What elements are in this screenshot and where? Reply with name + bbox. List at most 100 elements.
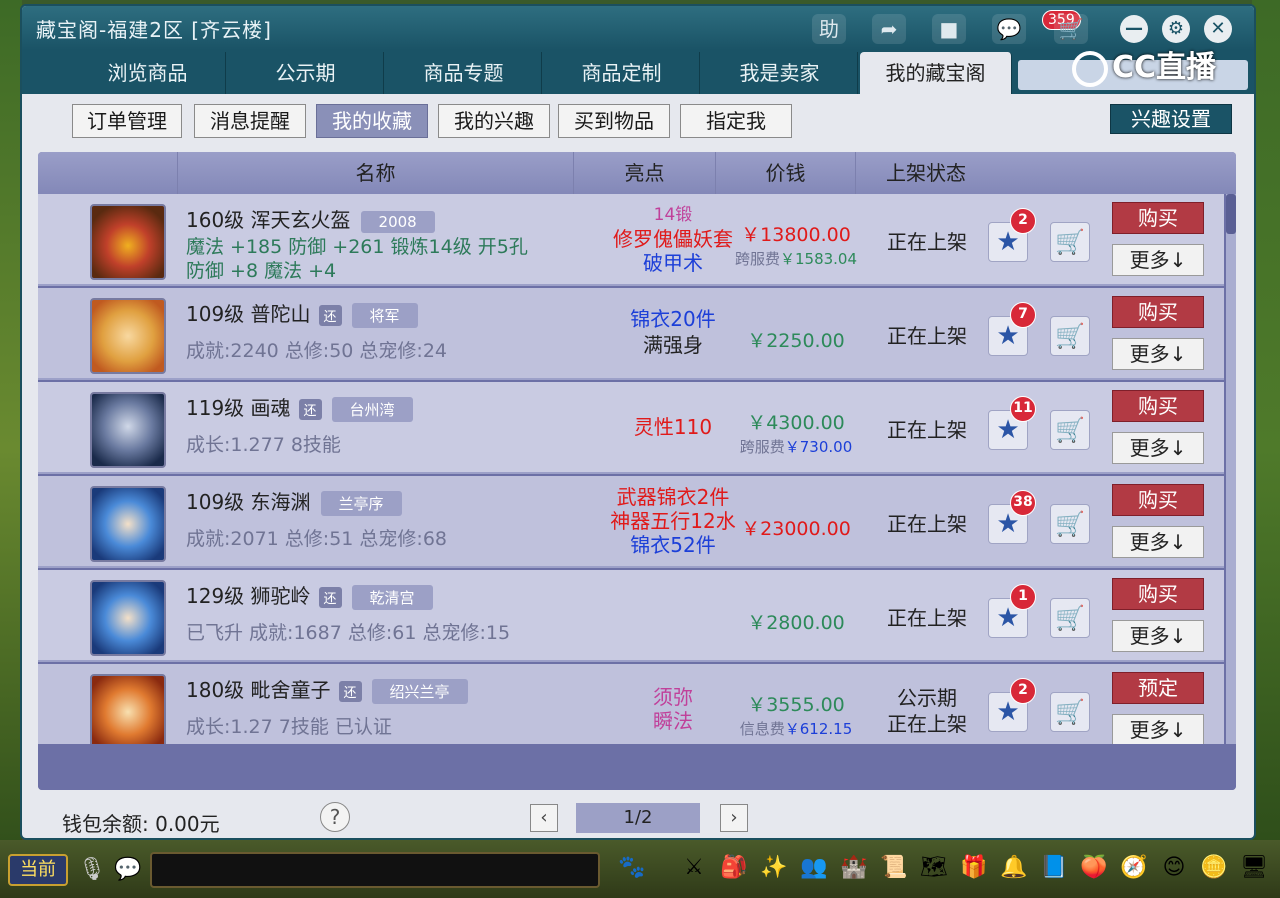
buy-button[interactable]: 购买 [1112, 484, 1204, 516]
listing-status: 正在上架 [887, 230, 967, 254]
fee-amount: ￥612.15 [784, 720, 853, 738]
interest-settings-button[interactable]: 兴趣设置 [1110, 104, 1232, 134]
main-tabbar: 浏览商品 公示期 商品专题 商品定制 我是卖家 我的藏宝阁 [22, 50, 1254, 94]
table-row[interactable]: 109级 东海渊 兰亭序 成就:2071 总修:51 总宠修:68 武器锦衣2件 … [38, 476, 1224, 568]
settings-gear-icon[interactable]: ⚙ [1162, 15, 1190, 43]
cc-live-watermark: CC直播 [1072, 42, 1216, 90]
table-row[interactable]: 180级 毗舍童子还绍兴兰亭 成长:1.27 7技能 已认证 须弥 瞬法 ￥35… [38, 664, 1224, 744]
item-title: 119级 画魂还台州湾 [186, 392, 413, 422]
header-spacer [38, 152, 178, 194]
my-favorites-button[interactable]: 我的收藏 [316, 104, 428, 138]
message-reminder-button[interactable]: 消息提醒 [194, 104, 306, 138]
listing-status: 正在上架 [887, 324, 967, 348]
current-channel-button[interactable]: 当前 [8, 854, 68, 886]
more-button[interactable]: 更多↓ [1112, 338, 1204, 370]
gift-icon[interactable]: 🎁 [956, 850, 992, 886]
item-bag-icon[interactable]: 🎒 [716, 850, 752, 886]
cart-icon[interactable]: 🛒 [1054, 14, 1088, 44]
skill-icon[interactable]: ✨ [756, 850, 792, 886]
bell-icon[interactable]: 🔔 [996, 850, 1032, 886]
item-title: 160级 浑天玄火盔 2008 [186, 204, 435, 233]
item-title: 109级 东海渊 兰亭序 [186, 486, 402, 516]
add-to-cart-icon[interactable]: 🛒 [1050, 410, 1090, 450]
team-icon[interactable]: 👥 [796, 850, 832, 886]
add-to-cart-icon[interactable]: 🛒 [1050, 316, 1090, 356]
buy-button[interactable]: 购买 [1112, 202, 1204, 234]
more-button[interactable]: 更多↓ [1112, 244, 1204, 276]
prev-page-icon[interactable]: ‹ [530, 804, 558, 832]
item-price: ￥23000.00 [741, 518, 851, 540]
minimize-icon[interactable]: — [1120, 15, 1148, 43]
order-management-button[interactable]: 订单管理 [72, 104, 182, 138]
book-icon[interactable]: 📘 [1036, 850, 1072, 886]
peach-icon[interactable]: 🍑 [1076, 850, 1112, 886]
designated-me-button[interactable]: 指定我 [680, 104, 792, 138]
more-button[interactable]: 更多↓ [1112, 714, 1204, 744]
table-row[interactable]: 129级 狮驼岭还乾清宫 已飞升 成就:1687 总修:61 总宠修:15 ￥2… [38, 570, 1224, 662]
listing-status: 正在上架 [887, 512, 967, 536]
more-button[interactable]: 更多↓ [1112, 620, 1204, 652]
more-button[interactable]: 更多↓ [1112, 526, 1204, 558]
my-interests-button[interactable]: 我的兴趣 [438, 104, 550, 138]
fee-label: 跨服费 [739, 438, 785, 456]
item-detail: 防御 +8 魔法 +4 [186, 260, 337, 282]
reserve-button[interactable]: 预定 [1112, 672, 1204, 704]
character-avatar [90, 392, 166, 468]
next-page-icon[interactable]: › [720, 804, 748, 832]
close-icon[interactable]: ✕ [1204, 15, 1232, 43]
table-row[interactable]: 160级 浑天玄火盔 2008 魔法 +185 防御 +261 锻炼14级 开5孔… [38, 194, 1224, 286]
tab-my-pavilion[interactable]: 我的藏宝阁 [860, 52, 1012, 94]
more-button[interactable]: 更多↓ [1112, 432, 1204, 464]
cc-logo-text: CC直播 [1112, 50, 1217, 85]
item-title: 129级 狮驼岭还乾清宫 [186, 580, 433, 610]
emote-icon[interactable]: 😊 [1156, 850, 1192, 886]
item-tag: 乾清宫 [351, 585, 433, 610]
quest-icon[interactable]: 📜 [876, 850, 912, 886]
microphone-icon[interactable]: 🎙 [74, 852, 110, 888]
coin-icon[interactable]: 🪙 [1196, 850, 1232, 886]
character-avatar [90, 486, 166, 562]
favorites-table: 名称 亮点 价钱 上架状态 160级 浑天玄火盔 2008 魔法 +185 防御 … [38, 152, 1236, 790]
monitor-icon[interactable]: 🖥 [1236, 850, 1272, 886]
tab-topics[interactable]: 商品专题 [386, 52, 542, 94]
add-to-cart-icon[interactable]: 🛒 [1050, 222, 1090, 262]
item-price: ￥3555.00 [747, 694, 845, 716]
table-header: 名称 亮点 价钱 上架状态 [38, 152, 1236, 194]
table-row[interactable]: 119级 画魂还台州湾 成长:1.277 8技能 灵性110 ￥4300.00 … [38, 382, 1224, 474]
add-to-cart-icon[interactable]: 🛒 [1050, 504, 1090, 544]
tab-browse[interactable]: 浏览商品 [70, 52, 226, 94]
tab-custom[interactable]: 商品定制 [544, 52, 700, 94]
stop-icon[interactable]: ■ [932, 14, 966, 44]
tab-seller[interactable]: 我是卖家 [702, 52, 858, 94]
attack-icon[interactable]: ⚔ [676, 850, 712, 886]
table-scrollbar[interactable] [1226, 194, 1236, 744]
subnav: 订单管理 消息提醒 我的收藏 我的兴趣 买到物品 指定我 [22, 104, 1254, 142]
item-title-text: 119级 画魂 [186, 396, 291, 420]
fee-label: 跨服费 [734, 250, 780, 268]
add-to-cart-icon[interactable]: 🛒 [1050, 692, 1090, 732]
help-assist-button[interactable]: 助 [812, 14, 846, 44]
treasure-pavilion-window: 藏宝阁-福建2区 [齐云楼] 助 ➦ ■ 💬 359 🛒 — ⚙ ✕ 浏览商品 … [20, 4, 1256, 840]
add-to-cart-icon[interactable]: 🛒 [1050, 598, 1090, 638]
buy-button[interactable]: 购买 [1112, 578, 1204, 610]
guild-icon[interactable]: 🏰 [836, 850, 872, 886]
message-icon[interactable]: 💬 [992, 14, 1026, 44]
tab-publicity[interactable]: 公示期 [228, 52, 384, 94]
help-question-icon[interactable]: ? [320, 802, 350, 832]
buy-button[interactable]: 购买 [1112, 390, 1204, 422]
map-icon[interactable]: 🗺 [916, 850, 952, 886]
share-icon[interactable]: ➦ [872, 14, 906, 44]
buy-button[interactable]: 购买 [1112, 296, 1204, 328]
scroll-thumb[interactable] [1226, 194, 1236, 234]
system-icon[interactable]: 🧭 [1116, 850, 1152, 886]
chat-bubble-icon[interactable]: 💬 [110, 852, 146, 888]
game-background-left [0, 0, 22, 898]
chat-input[interactable] [150, 852, 600, 888]
header-price: 价钱 [716, 152, 856, 194]
pet-icon[interactable]: 🐾 [614, 850, 650, 886]
favorite-count-badge: 2 [1010, 208, 1036, 234]
table-row[interactable]: 109级 普陀山还将军 成就:2240 总修:50 总宠修:24 锦衣20件 满… [38, 288, 1224, 380]
header-highlight: 亮点 [574, 152, 716, 194]
item-tag: 台州湾 [331, 397, 413, 422]
purchased-items-button[interactable]: 买到物品 [558, 104, 670, 138]
